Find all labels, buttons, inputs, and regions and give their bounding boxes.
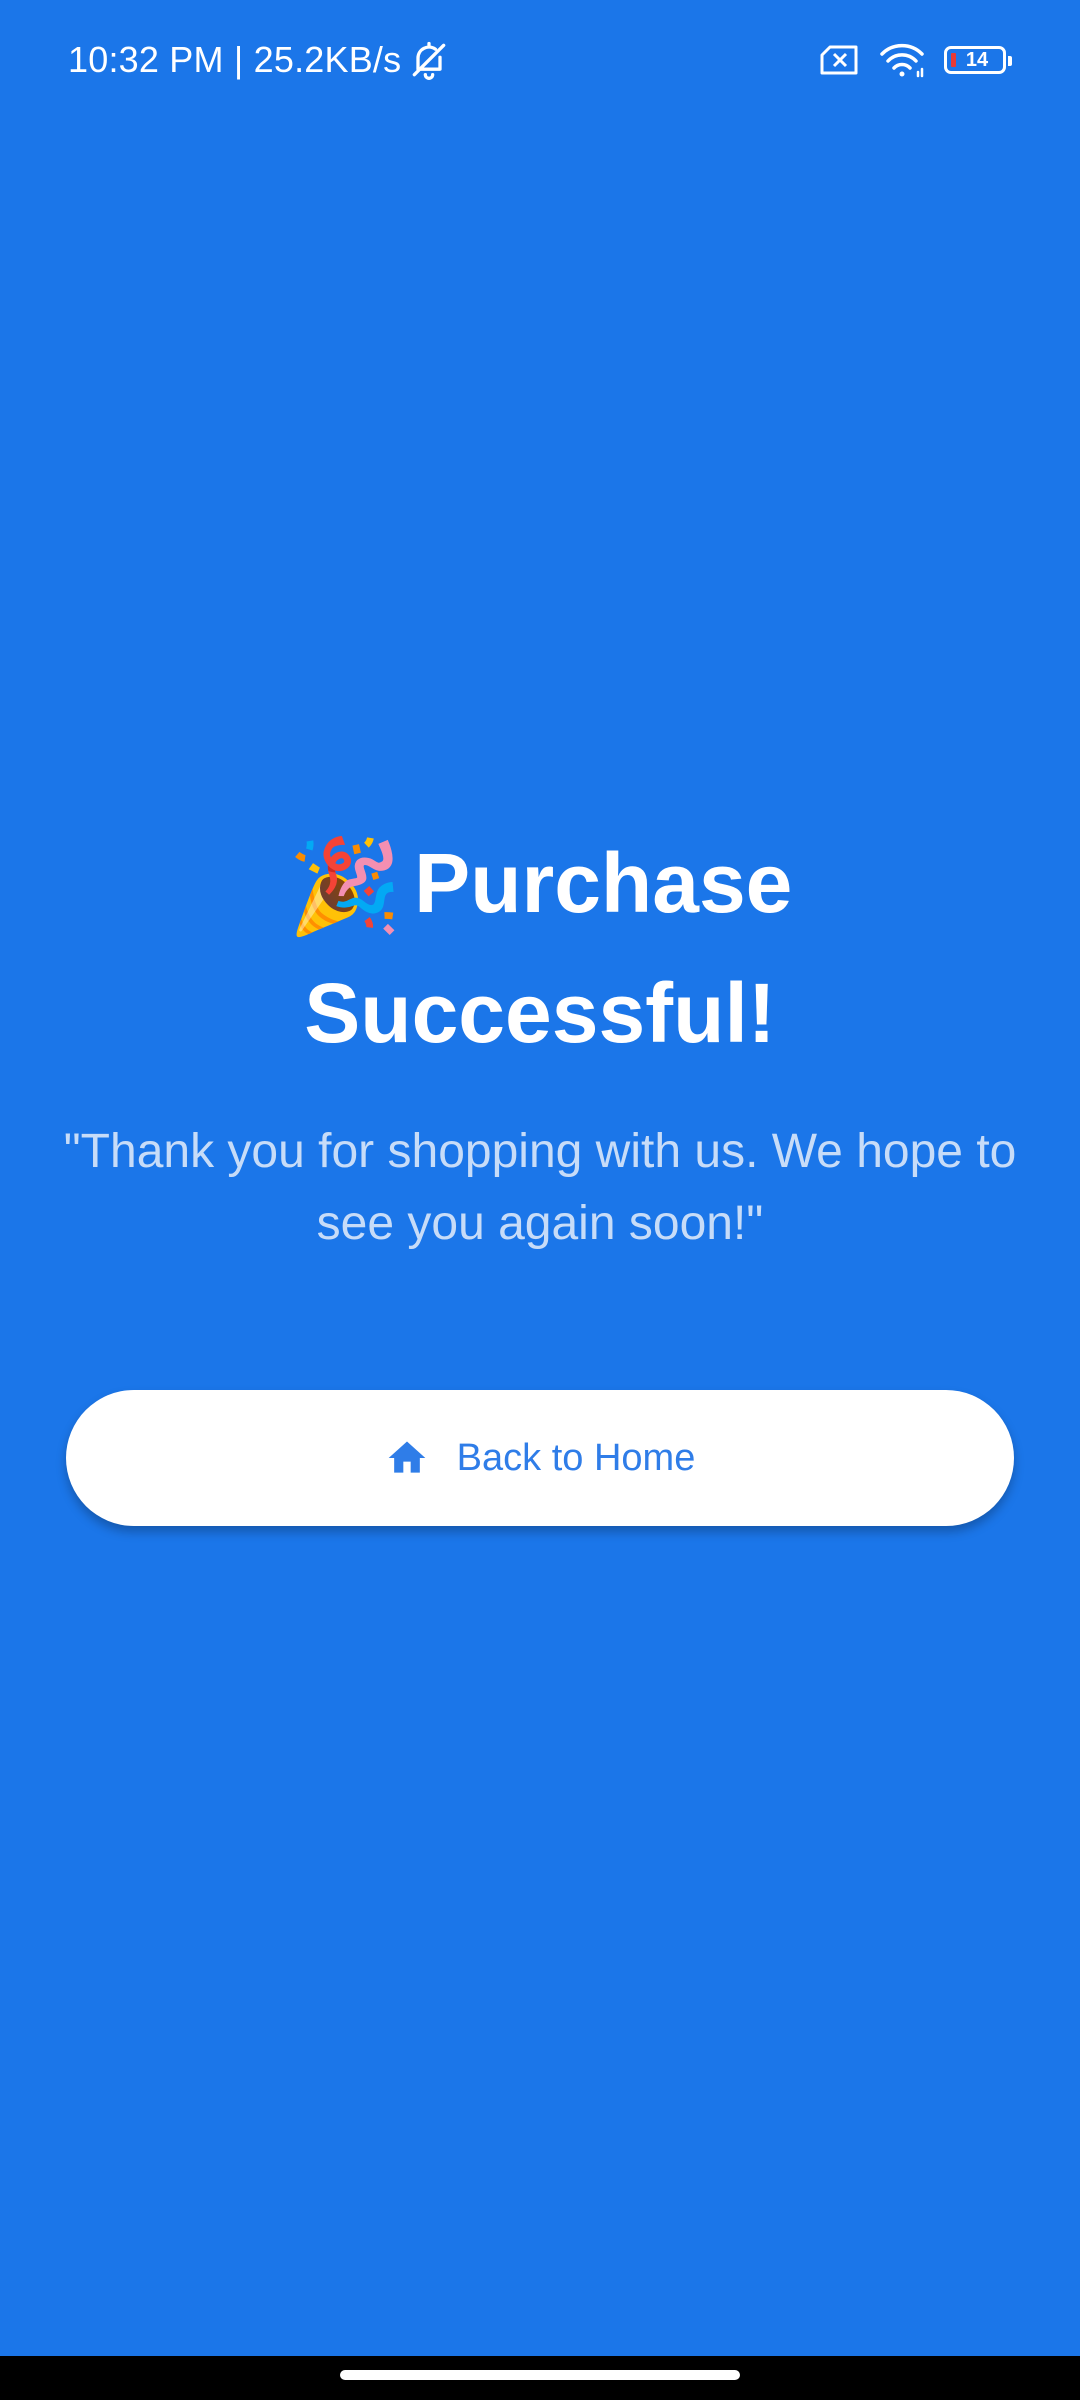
home-gesture-handle[interactable] [340,2370,740,2380]
battery-level-text: 14 [965,48,989,71]
success-content: 🎉 Purchase Successful! "Thank you for sho… [0,820,1080,1260]
thank-you-message: "Thank you for shopping with us. We hope… [63,1125,1017,1250]
page-title: 🎉 Purchase Successful! [130,820,950,1076]
back-to-home-label: Back to Home [456,1436,696,1479]
wifi-icon [880,43,924,78]
status-bar: 10:32 PM | 25.2KB/s 14 [0,0,1080,120]
status-time-speed: 10:32 PM | 25.2KB/s [68,39,402,80]
status-left: 10:32 PM | 25.2KB/s [68,36,451,84]
party-popper-icon: 🎉 [287,836,403,938]
bell-off-icon [413,41,446,80]
battery-level-indicator [951,53,956,67]
status-right: 14 [818,38,1012,82]
no-sim-icon [820,45,858,75]
back-to-home-button[interactable]: Back to Home [66,1390,1014,1526]
home-icon [388,1441,426,1473]
battery-icon: 14 [944,46,1012,74]
navigation-bar [0,2356,1080,2400]
